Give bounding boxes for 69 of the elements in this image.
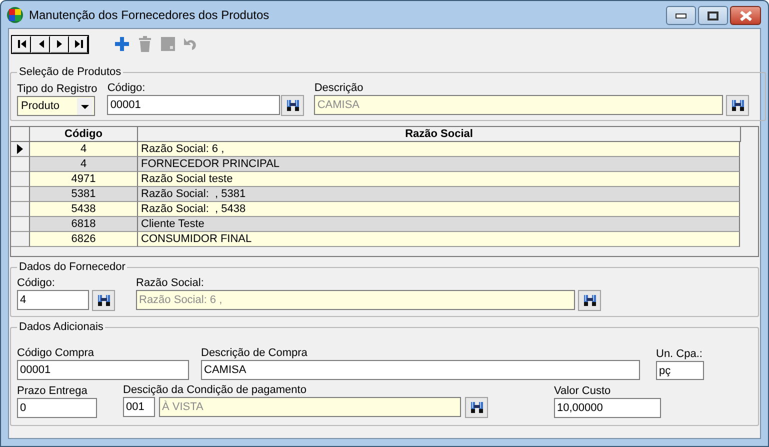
group-title: Dados do Fornecedor xyxy=(18,261,126,273)
field-label: Prazo Entrega xyxy=(17,384,88,398)
table-cell: Razão Social: , 5438 xyxy=(138,202,740,217)
close-icon xyxy=(738,10,752,20)
field-label: Código: xyxy=(107,81,146,95)
row-indicator[interactable] xyxy=(11,142,30,157)
maximize-button[interactable] xyxy=(698,6,728,25)
last-record-button[interactable] xyxy=(69,36,88,52)
code-field[interactable]: 00001 xyxy=(107,95,280,115)
table-cell: Cliente Teste xyxy=(138,217,740,232)
trash-icon xyxy=(137,36,153,52)
next-record-button[interactable] xyxy=(50,36,69,52)
binoculars-icon xyxy=(730,99,745,112)
binoculars-icon xyxy=(96,294,110,307)
undo-icon xyxy=(183,36,199,52)
table-cell: 6826 xyxy=(30,232,138,247)
binoculars-icon xyxy=(582,294,596,307)
purchase-description-field[interactable]: CAMISA xyxy=(201,360,640,380)
table-cell: Razão Social teste xyxy=(138,172,740,187)
minimize-button[interactable] xyxy=(666,6,696,25)
binoculars-icon xyxy=(470,401,484,414)
table-cell: Razão Social: 6 , xyxy=(138,142,740,157)
app-icon xyxy=(6,6,24,24)
close-button[interactable] xyxy=(730,6,761,25)
group-title: Dados Adicionais xyxy=(18,321,104,333)
cost-value-field[interactable]: 10,00000 xyxy=(554,398,661,418)
binoculars-icon xyxy=(286,99,300,112)
payment-code-field[interactable]: 001 xyxy=(123,397,155,417)
plus-icon xyxy=(114,36,130,52)
table-cell: FORNECEDOR PRINCIPAL xyxy=(138,157,740,172)
window-title: Manutenção dos Fornecedores dos Produtos xyxy=(29,8,270,22)
field-label: Código: xyxy=(17,276,56,290)
purchase-code-field[interactable]: 00001 xyxy=(17,360,189,380)
field-label: Descição da Condição de pagamento xyxy=(123,383,308,397)
minimize-icon xyxy=(675,12,687,18)
delivery-time-field[interactable]: 0 xyxy=(17,398,97,418)
record-type-dropdown[interactable]: Produto xyxy=(17,96,95,116)
table-cell: 4 xyxy=(30,157,138,172)
table-cell: 4971 xyxy=(30,172,138,187)
search-button[interactable] xyxy=(726,95,750,116)
field-label: Descrição de Compra xyxy=(201,346,308,360)
table-cell: 6818 xyxy=(30,217,138,232)
field-label: Descrição xyxy=(314,81,364,95)
prev-record-button[interactable] xyxy=(31,36,50,52)
field-label: Un. Cpa.: xyxy=(656,347,704,361)
column-header[interactable]: Razão Social xyxy=(138,127,741,142)
play-icon xyxy=(17,144,23,154)
search-button[interactable] xyxy=(578,290,601,311)
group-title: Seleção de Produtos xyxy=(18,66,122,78)
maximize-icon xyxy=(707,10,719,20)
search-button[interactable] xyxy=(465,397,488,418)
first-record-button[interactable] xyxy=(12,36,31,52)
field-label: Tipo do Registro xyxy=(17,82,98,96)
search-button[interactable] xyxy=(281,95,304,116)
table-cell: 5438 xyxy=(30,202,138,217)
search-button[interactable] xyxy=(92,290,115,311)
skip-icon xyxy=(16,39,26,49)
supplier-code-field[interactable]: 4 xyxy=(17,290,89,310)
skip-icon xyxy=(74,39,84,49)
table-cell: 4 xyxy=(30,142,138,157)
table-cell: CONSUMIDOR FINAL xyxy=(138,232,740,247)
table-cell: 5381 xyxy=(30,187,138,202)
add-button[interactable] xyxy=(113,35,131,53)
column-header[interactable]: Código xyxy=(30,127,138,142)
table-cell: Razão Social: , 5381 xyxy=(138,187,740,202)
field-label: Razão Social: xyxy=(136,276,205,290)
field-label: Código Compra xyxy=(17,346,96,360)
purchase-unit-field[interactable]: pç xyxy=(656,361,704,380)
field-label: Valor Custo xyxy=(554,384,612,398)
